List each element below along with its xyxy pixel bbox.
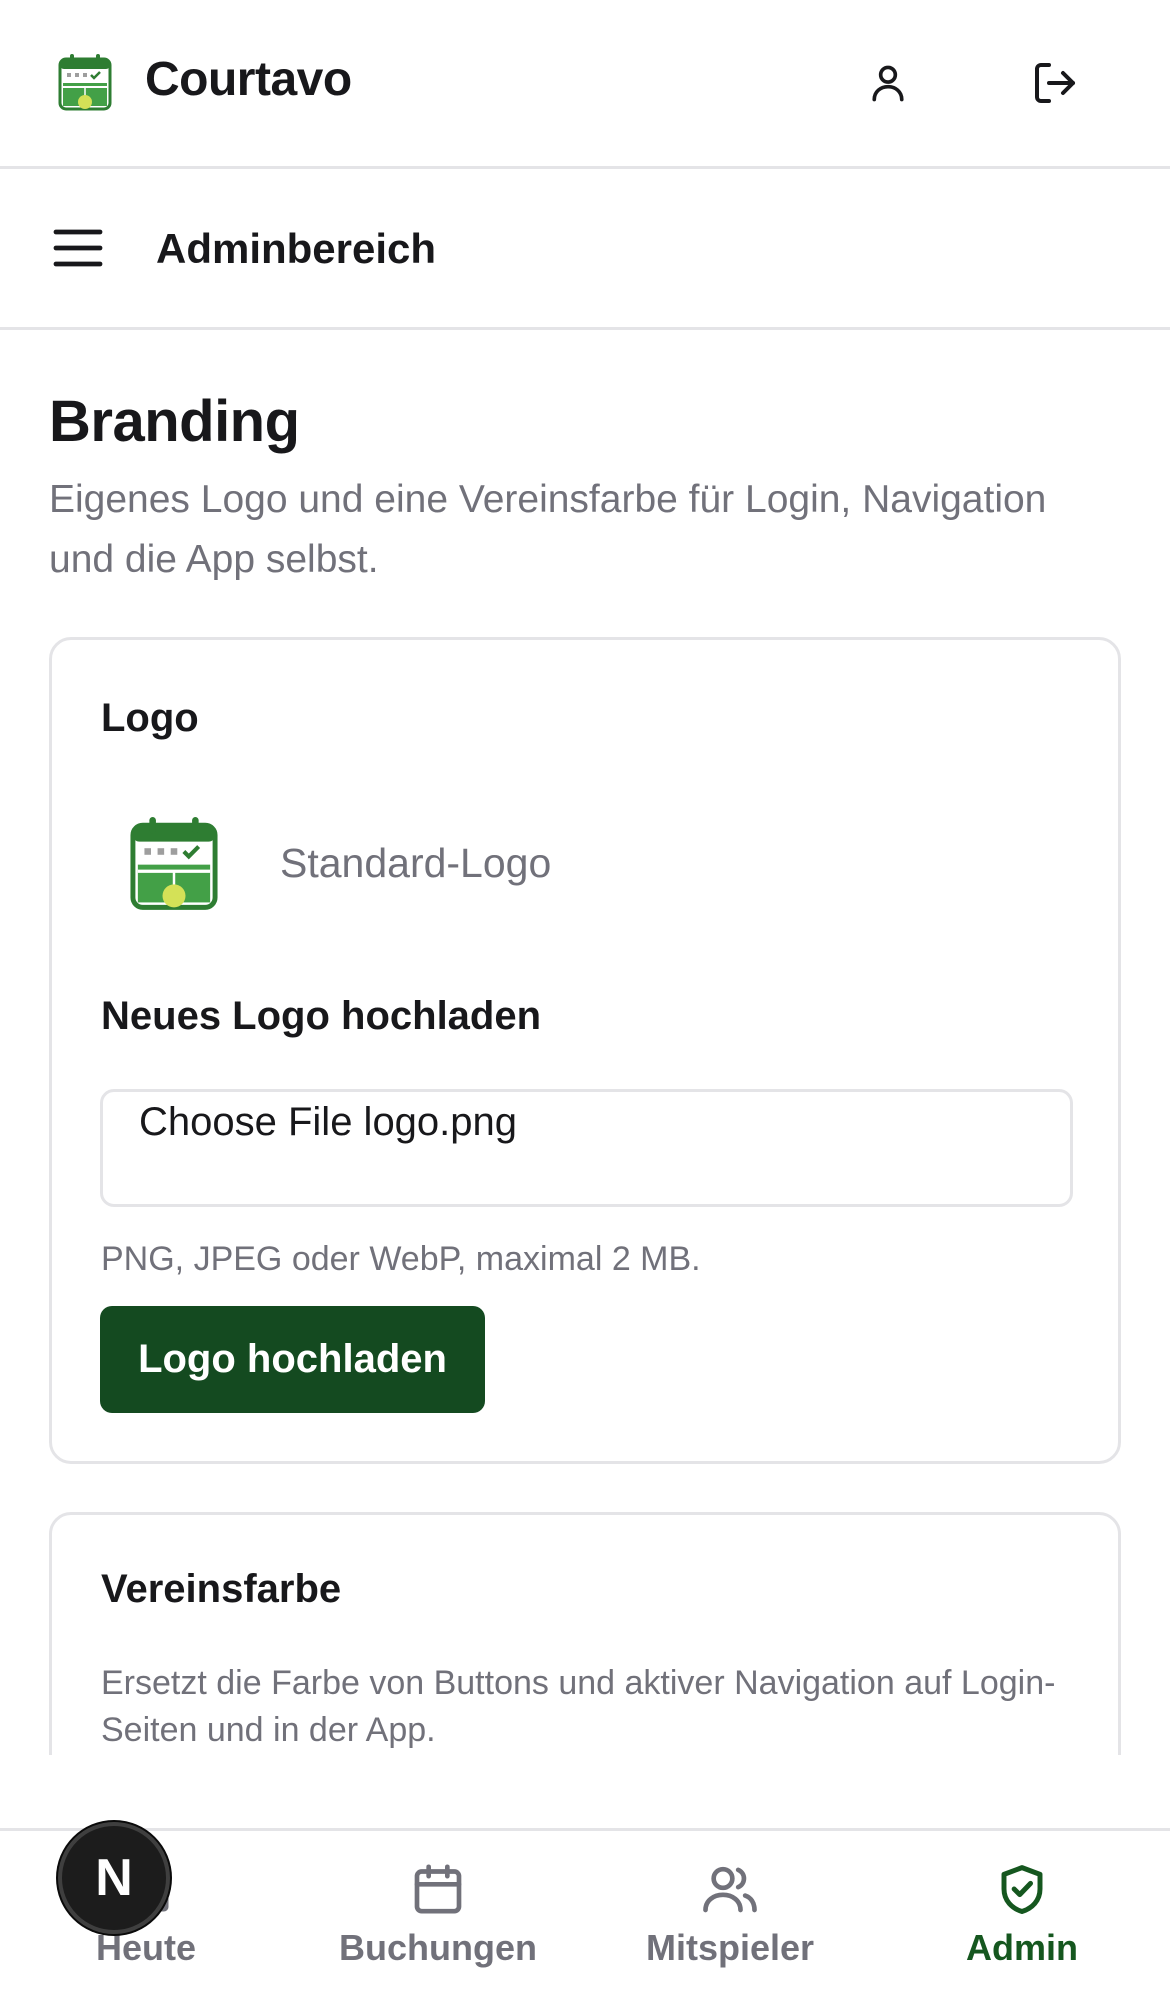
nav-label-admin: Admin <box>966 1927 1078 1968</box>
hamburger-menu-icon <box>53 229 103 267</box>
club-color-title: Vereinsfarbe <box>101 1567 342 1611</box>
menu-button[interactable] <box>48 223 108 273</box>
nav-label-mitspieler: Mitspieler <box>645 1927 815 1968</box>
bottom-navigation: Heute Buchungen Mitspieler Admin <box>0 1828 1170 1992</box>
admin-subheader: Adminbereich <box>0 169 1170 330</box>
users-icon <box>703 1866 757 1913</box>
dev-tools-badge[interactable]: N <box>58 1822 170 1934</box>
user-icon <box>872 65 904 102</box>
main-content: Branding Eigenes Logo und eine Vereinsfa… <box>0 330 1170 1755</box>
upload-label: Neues Logo hochladen <box>101 994 542 1038</box>
logo-file-input[interactable]: Choose File logo.png <box>100 1089 1073 1207</box>
profile-button[interactable] <box>858 53 918 113</box>
logo-card: Logo Standard-Logo Neues Logo hochladen … <box>49 637 1121 1464</box>
app-name: Courtavo <box>145 53 352 106</box>
app-header: Courtavo <box>0 0 1170 169</box>
calendar-icon <box>414 1864 462 1914</box>
shield-check-icon <box>1001 1865 1043 1914</box>
logo-card-title: Logo <box>101 696 199 740</box>
nav-label-buchungen: Buchungen <box>339 1927 537 1968</box>
file-hint: PNG, JPEG oder WebP, maximal 2 MB. <box>101 1240 701 1278</box>
club-color-card: Vereinsfarbe Ersetzt die Farbe von Butto… <box>49 1512 1121 1755</box>
logout-icon <box>1035 63 1075 103</box>
nav-item-mitspieler[interactable]: Mitspieler <box>600 1831 860 1992</box>
nav-item-buchungen[interactable]: Buchungen <box>308 1831 568 1992</box>
upload-logo-button[interactable]: Logo hochladen <box>100 1306 485 1413</box>
nav-label-heute: Heute <box>95 1927 197 1968</box>
logo-preview-label: Standard-Logo <box>280 840 552 886</box>
logo-preview-icon <box>130 817 218 910</box>
nav-item-admin[interactable]: Admin <box>892 1831 1152 1992</box>
page-title: Branding <box>49 389 300 454</box>
page-description: Eigenes Logo und eine Vereinsfarbe für L… <box>49 478 1047 581</box>
file-input-text[interactable]: Choose File logo.png <box>139 1100 517 1145</box>
club-color-description: Ersetzt die Farbe von Buttons und aktive… <box>101 1664 1056 1749</box>
logout-button[interactable] <box>1025 53 1085 113</box>
app-logo-icon[interactable] <box>57 52 113 112</box>
section-title: Adminbereich <box>156 225 437 272</box>
